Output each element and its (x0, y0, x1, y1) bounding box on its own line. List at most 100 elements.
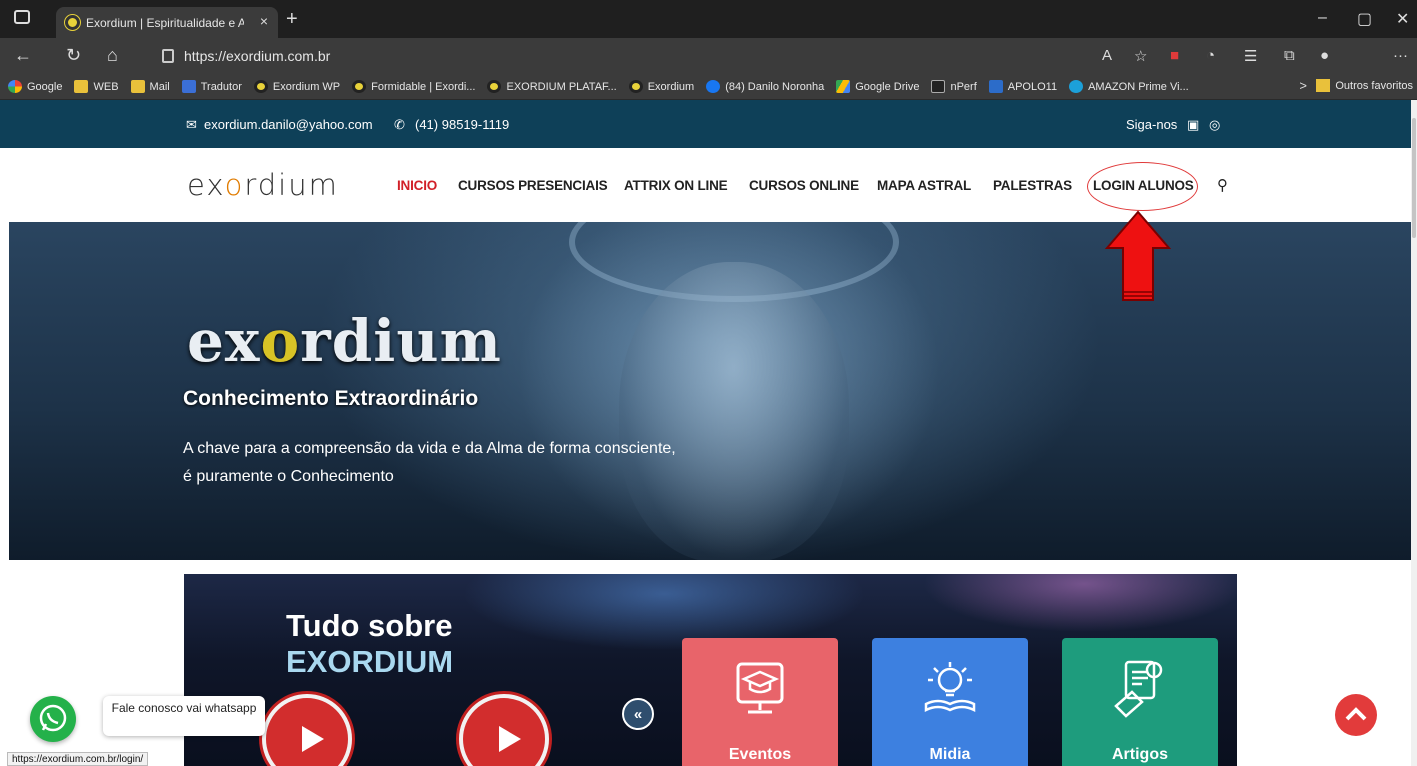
nav-cursos-online[interactable]: CURSOS ONLINE (749, 178, 859, 193)
bookmark-formidable[interactable]: Formidable | Exordi... (352, 80, 475, 93)
folder-icon (74, 80, 89, 93)
tv-icon (988, 80, 1003, 93)
phone-icon: ✆ (394, 117, 405, 132)
minimize-icon[interactable]: – (1318, 9, 1327, 27)
tab-close-icon[interactable]: × (260, 13, 268, 29)
bookmark-nperf[interactable]: nPerf (931, 80, 977, 93)
status-bar-url: https://exordium.com.br/login/ (7, 752, 149, 766)
favorites-list-icon[interactable]: ☰ (1244, 47, 1257, 65)
extensions-icon[interactable]: ◔ (1206, 47, 1215, 64)
hero-face-art (619, 262, 849, 560)
translate-icon (181, 80, 196, 93)
close-window-icon[interactable]: ✕ (1396, 9, 1409, 29)
favorite-star-icon[interactable]: ☆ (1134, 47, 1147, 65)
nav-inicio[interactable]: INICIO (397, 178, 437, 193)
video-play-button[interactable] (459, 694, 549, 766)
nav-mapa-astral[interactable]: MAPA ASTRAL (877, 178, 971, 193)
folder-icon (130, 80, 145, 93)
bookmark-mail[interactable]: Mail (130, 80, 170, 93)
site-contact-bar: ✉ exordium.danilo@yahoo.com ✆ (41) 98519… (0, 100, 1411, 148)
main-navigation: exordium INICIO CURSOS PRESENCIAIS ATTRI… (0, 148, 1411, 222)
home-icon[interactable]: ⌂ (107, 45, 118, 66)
card-artigos-label: Artigos (1112, 746, 1168, 763)
bookmark-exordium-wp[interactable]: Exordium WP (253, 80, 340, 93)
url-text: https://exordium.com.br (184, 48, 331, 64)
nav-attrix-on-line[interactable]: ATTRIX ON LINE (624, 178, 728, 193)
folder-icon (1316, 79, 1331, 92)
lock-icon (162, 49, 174, 63)
nav-palestras[interactable]: PALESTRAS (993, 178, 1072, 193)
drive-icon (836, 80, 851, 93)
maximize-icon[interactable]: ▢ (1357, 9, 1372, 29)
promo-title-line-2: EXORDIUM (286, 644, 454, 679)
collections-icon[interactable]: ⧉ (1284, 47, 1295, 64)
refresh-icon[interactable]: ↻ (66, 45, 81, 66)
read-aloud-icon[interactable]: A (1102, 47, 1112, 64)
promo-section: Tudo sobre EXORDIUM « Eventos Midia Arti… (184, 574, 1237, 766)
bookmark-facebook[interactable]: (84) Danilo Noronha (706, 80, 824, 93)
back-to-top-button[interactable] (1335, 694, 1377, 736)
promo-title-line-1: Tudo sobre (286, 608, 453, 643)
youtube-icon[interactable]: ▣ (1187, 117, 1199, 133)
hero-logo: exordium (187, 307, 502, 375)
bookmark-amazon-prime[interactable]: AMAZON Prime Vi... (1069, 80, 1189, 93)
scrollbar-thumb[interactable] (1412, 118, 1416, 238)
bookmark-exordium[interactable]: Exordium (628, 80, 694, 93)
follow-label: Siga-nos (1126, 117, 1178, 132)
nperf-icon (931, 80, 946, 93)
prime-icon (1069, 80, 1084, 93)
whatsapp-button[interactable] (30, 696, 76, 742)
pdf-extension-icon[interactable]: ■ (1170, 47, 1179, 64)
profile-avatar-icon[interactable]: ● (1320, 47, 1329, 64)
tab-title: Exordium | Espiritualidade e Astr (86, 15, 244, 30)
hero-tagline: Conhecimento Extraordinário (183, 387, 479, 410)
whatsapp-tooltip: Fale conosco vai whatsapp (103, 696, 265, 736)
site-logo[interactable]: exordium (187, 168, 339, 202)
browser-tab[interactable]: Exordium | Espiritualidade e Astr × (56, 7, 278, 38)
contact-phone[interactable]: (41) 98519-1119 (415, 117, 509, 132)
tab-actions-icon[interactable] (14, 10, 30, 24)
hero-text-line-1: A chave para a compreensão da vida e da … (183, 440, 676, 457)
browser-tab-bar: Exordium | Espiritualidade e Astr × + – … (0, 0, 1417, 38)
google-icon (8, 80, 22, 93)
search-icon[interactable]: ⚲ (1217, 176, 1228, 194)
bookmark-web[interactable]: WEB (74, 80, 119, 93)
bookmark-tradutor[interactable]: Tradutor (181, 80, 242, 93)
more-options-icon[interactable]: ··· (1393, 47, 1408, 64)
page-scrollbar[interactable] (1411, 100, 1417, 766)
email-icon: ✉ (186, 117, 197, 132)
card-midia[interactable]: Midia (872, 638, 1028, 766)
address-toolbar: ← ↻ ⌂ https://exordium.com.br A ☆ ■ ◔ ☰ … (0, 38, 1417, 74)
exordium-icon (253, 80, 268, 93)
bookmark-google[interactable]: Google (8, 80, 62, 93)
contact-email[interactable]: exordium.danilo@yahoo.com (204, 117, 373, 132)
annotation-circle (1087, 162, 1198, 211)
bookmark-google-drive[interactable]: Google Drive (836, 80, 919, 93)
instagram-icon[interactable]: ◎ (1209, 117, 1220, 133)
exordium-icon (352, 80, 367, 93)
bookmark-exordium-plataforma[interactable]: EXORDIUM PLATAF... (487, 80, 617, 93)
exordium-icon (487, 80, 502, 93)
exordium-favicon-icon (65, 15, 80, 30)
chevron-up-icon (1345, 707, 1367, 721)
hero-banner: exordium Conhecimento Extraordinário A c… (9, 222, 1411, 560)
lightbulb-book-icon (924, 662, 976, 713)
annotation-arrow-icon (1104, 210, 1172, 301)
video-play-button[interactable] (262, 694, 352, 766)
certificate-icon (1114, 660, 1163, 718)
new-tab-icon[interactable]: + (286, 8, 298, 31)
carousel-prev-button[interactable]: « (622, 698, 654, 730)
whatsapp-icon (39, 704, 67, 732)
more-bookmarks-chevron-icon[interactable]: > (1299, 78, 1307, 93)
nav-cursos-presenciais[interactable]: CURSOS PRESENCIAIS (458, 178, 608, 193)
card-artigos[interactable]: Artigos (1062, 638, 1218, 766)
facebook-icon (706, 80, 721, 93)
address-bar[interactable]: https://exordium.com.br (148, 42, 1198, 70)
card-midia-label: Midia (929, 746, 971, 763)
back-icon[interactable]: ← (14, 45, 32, 66)
hero-text-line-2: é puramente o Conhecimento (183, 468, 394, 485)
bookmark-apolo11[interactable]: APOLO11 (988, 80, 1057, 93)
card-eventos[interactable]: Eventos (682, 638, 838, 766)
bookmark-other-favorites[interactable]: Outros favoritos (1316, 79, 1413, 92)
graduation-cap-icon (736, 662, 784, 714)
